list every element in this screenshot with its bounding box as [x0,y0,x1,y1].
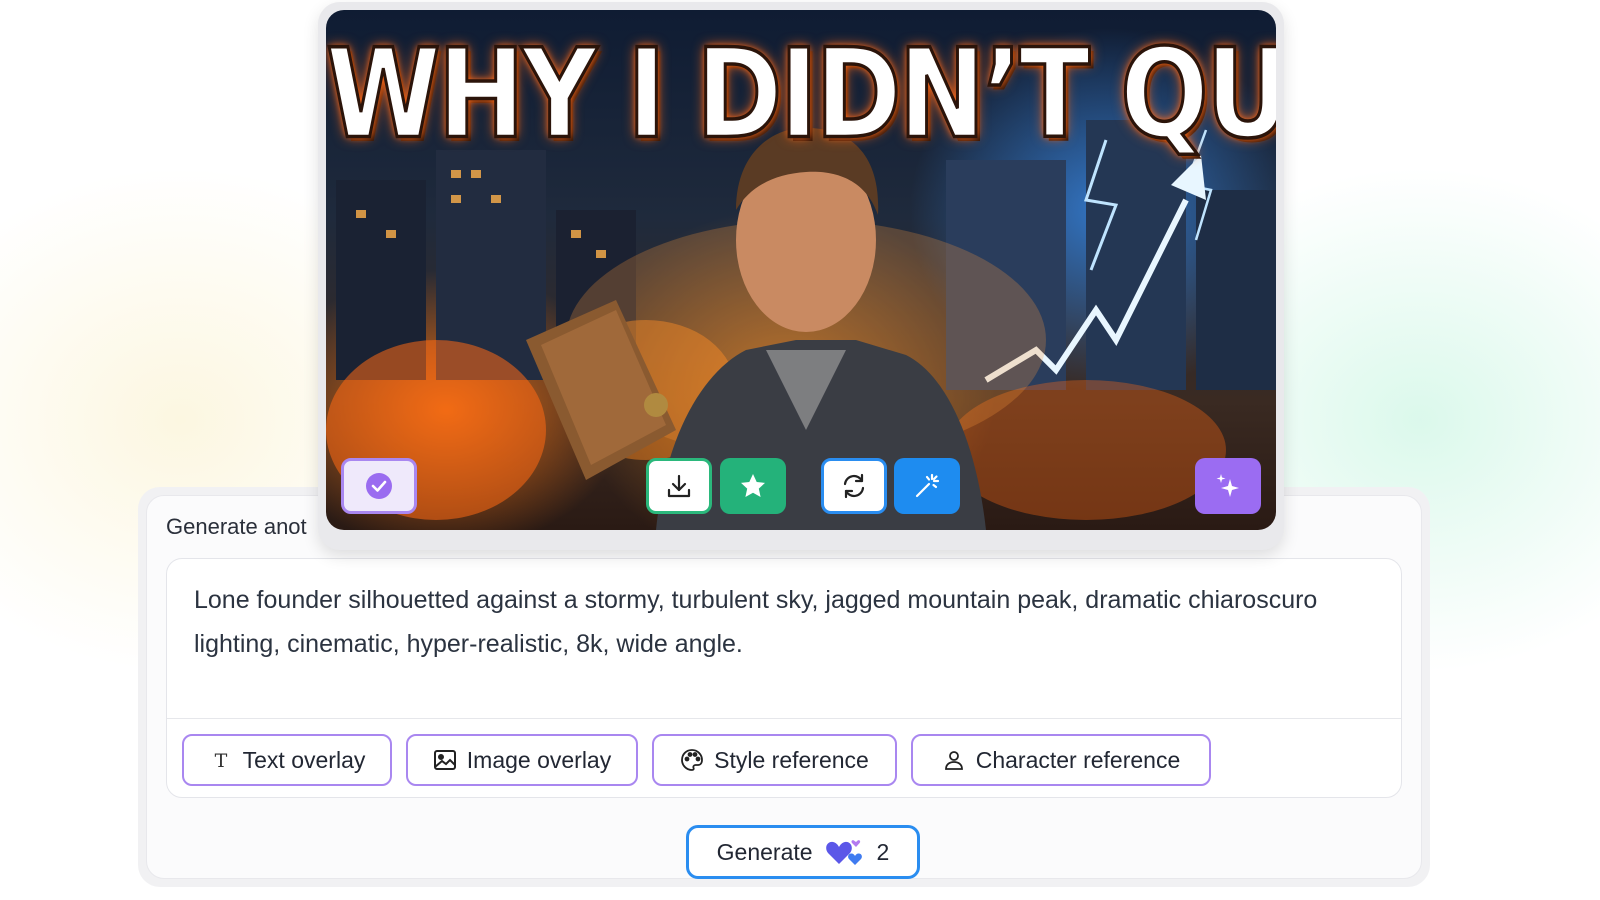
sparkles-icon [1216,474,1239,497]
regenerate-button[interactable] [821,458,887,514]
download-button[interactable] [646,458,712,514]
panel-title: Generate anot [166,514,307,539]
image-overlay-label: Image overlay [466,746,612,773]
variations-button[interactable] [1195,458,1261,514]
user-icon [944,751,963,770]
prompt-divider [167,718,1401,719]
select-button[interactable] [341,458,417,514]
star-icon [741,474,765,497]
svg-text:T: T [214,750,227,772]
thumbnail-image[interactable]: WHY I DIDN’T QUIT [326,10,1276,530]
character-reference-button[interactable]: Character reference [911,734,1211,786]
style-reference-button[interactable]: Style reference [652,734,897,786]
generate-cost: 2 [876,838,890,865]
style-reference-label: Style reference [714,746,869,773]
character-reference-label: Character reference [975,746,1181,773]
text-icon: T [214,750,227,772]
enhance-button[interactable] [894,458,960,514]
image-overlay-button[interactable]: Image overlay [406,734,638,786]
check-circle-icon [366,473,392,499]
text-overlay-button[interactable]: T Text overlay [182,734,392,786]
image-icon [433,750,456,770]
magic-wand-icon [915,473,940,498]
text-overlay-label: Text overlay [242,746,366,773]
generate-button[interactable]: Generate 2 [686,825,920,879]
palette-icon [681,749,704,771]
thumbnail-headline: WHY I DIDN’T QUIT [326,20,1276,167]
prompt-textarea[interactable]: Lone founder silhouetted against a storm… [194,578,1344,666]
hearts-icon [825,840,862,865]
refresh-icon [843,473,865,499]
download-icon [667,474,691,498]
generate-label: Generate [716,838,813,865]
favorite-button[interactable] [720,458,786,514]
